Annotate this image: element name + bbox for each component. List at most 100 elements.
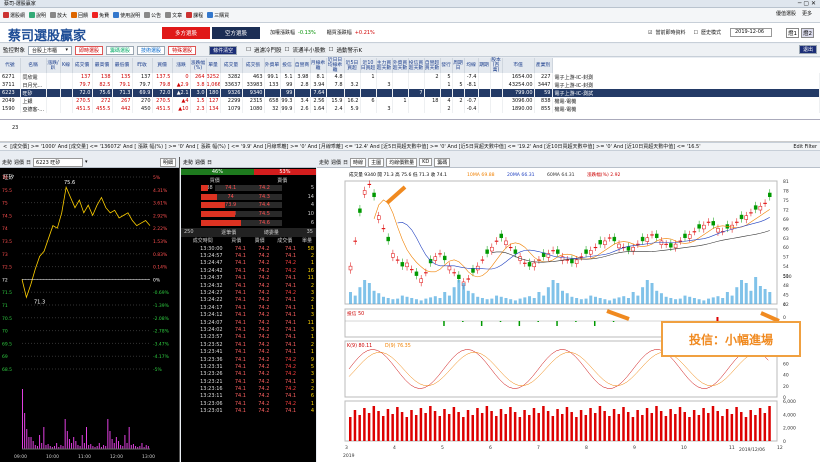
orderbook-row[interactable]: 337474.314 — [181, 193, 316, 202]
float-checkbox[interactable]: ☐ — [285, 47, 290, 53]
alert-checkbox[interactable]: ☐ — [329, 47, 334, 53]
tech-pick-button[interactable]: 技術選股 — [137, 45, 166, 55]
tick-row[interactable]: 13:24:57 74.1 74.2 74.1 2 — [181, 252, 316, 259]
grid-col-header[interactable]: 期期 — [478, 58, 491, 73]
exit-button[interactable]: 退出 — [798, 45, 817, 54]
tick-row[interactable]: 13:23:01 74.1 74.2 74.1 4 — [181, 408, 316, 415]
tick-row[interactable]: 13:23:31 74.1 74.2 74.2 5 — [181, 363, 316, 370]
grid-col-header[interactable]: 周期日 — [452, 58, 465, 73]
tick-row[interactable]: 13:23:26 74.1 74.2 74.2 3 — [181, 371, 316, 378]
tick-row[interactable]: 13:24:22 74.1 74.2 74.1 2 — [181, 297, 316, 304]
hist-checkbox[interactable]: ☐ — [694, 30, 698, 36]
dropdown-icon[interactable]: ▾ — [85, 159, 88, 165]
grid-col-header[interactable]: 均線 — [464, 58, 479, 73]
toolbar-item[interactable]: 課程 — [186, 12, 203, 19]
grid-col-header[interactable]: 昨收 — [132, 58, 153, 73]
grid-col-header[interactable]: 近5日買超 — [344, 58, 361, 73]
stock-selector[interactable]: 6223 旺矽 — [33, 157, 84, 167]
toolbar-item[interactable]: 三購買 — [207, 12, 229, 19]
kd-select[interactable]: KD — [419, 158, 433, 166]
grid-col-header[interactable]: 單量 — [206, 58, 221, 73]
tick-row[interactable]: 13:24:27 74.1 74.2 74.2 3 — [181, 289, 316, 296]
book-tab-trend[interactable]: 走勢 — [183, 159, 193, 166]
book-tab-daily[interactable]: 日 — [207, 159, 212, 166]
tick-row[interactable]: 13:23:36 74.1 74.2 74.2 9 — [181, 356, 316, 363]
kline-tab-trend[interactable]: 走勢 — [319, 159, 329, 166]
grid-col-header[interactable]: 成交量 — [220, 58, 243, 73]
grid-col-header[interactable]: 漲跌 — [172, 58, 191, 73]
realtime-pick-button[interactable]: 即時選股 — [75, 45, 104, 55]
tick-row[interactable]: 13:24:17 74.1 74.2 74.1 1 — [181, 304, 316, 311]
tick-row[interactable]: 13:24:12 74.1 74.2 74.1 3 — [181, 311, 316, 318]
orderbook-row[interactable]: 5873.874.510 — [181, 210, 316, 219]
toolbar-item[interactable]: 回饋 — [71, 12, 88, 19]
kline-tab-daily[interactable]: 日 — [343, 159, 348, 166]
grid-col-header[interactable]: 近10日買超 — [360, 58, 377, 73]
toolbar-item[interactable]: 使用說明 — [113, 12, 140, 19]
grid-col-header[interactable]: 漲跌幅(%) — [190, 58, 207, 73]
view1-button[interactable]: 燈1 — [786, 28, 799, 38]
period-select[interactable]: 時線 — [350, 157, 367, 167]
grid-col-header[interactable]: 最低價 — [112, 58, 133, 73]
table-row[interactable]: 6271 同欣電 137 138 135 137 137.5 0 264 3252 3282 463 9… — [0, 73, 820, 81]
grid-col-header[interactable]: 產業別 — [534, 58, 553, 73]
grid-col-header[interactable]: 市值 — [502, 58, 535, 73]
tick-row[interactable]: 13:24:02 74.1 74.2 74.1 3 — [181, 326, 316, 333]
tab-trend[interactable]: 走勢 — [2, 159, 12, 166]
grid-col-header[interactable]: 投信買超天數 — [408, 58, 425, 73]
grid-col-header[interactable]: K線 — [60, 58, 73, 73]
grid-col-header[interactable]: 最高價 — [92, 58, 113, 73]
grid-col-header[interactable]: 外資買超天數 — [392, 58, 409, 73]
toolbar-item[interactable]: 選股網 — [3, 12, 25, 19]
toolbar-item[interactable]: 說明 — [29, 12, 46, 19]
grid-col-header[interactable]: 近日日均線乖離 — [326, 58, 345, 73]
chip-pick-button[interactable]: 籌碼選股 — [106, 45, 135, 55]
toolbar-item[interactable]: 文章 — [165, 12, 182, 19]
tick-row[interactable]: 13:23:06 74.1 74.2 74.2 1 — [181, 400, 316, 407]
book-tab-weekly[interactable]: 週價 — [195, 159, 205, 166]
toolbar-item[interactable]: 放大 — [50, 12, 67, 19]
grid-col-header[interactable]: 自營超買天數 — [424, 58, 441, 73]
user-link[interactable]: 優值選股 — [776, 10, 796, 17]
grid-col-header[interactable]: 主力買超天數 — [376, 58, 393, 73]
indicator-select[interactable]: 均線價數量 — [386, 157, 418, 167]
toolbar-item[interactable]: 公告 — [144, 12, 161, 19]
orderbook-row[interactable]: 873.974.44 — [181, 201, 316, 210]
tab-daily[interactable]: 日 — [26, 159, 31, 166]
grid-col-header[interactable]: 買價 — [152, 58, 173, 73]
toolbar-item[interactable]: 免費 — [92, 12, 109, 19]
tick-row[interactable]: 13:24:32 74.1 74.2 74.1 2 — [181, 282, 316, 289]
tick-row[interactable]: 13:24:47 74.1 74.2 74.2 1 — [181, 260, 316, 267]
table-row[interactable]: 1590 亞德客-... 451.5 455.5 442 450 451.5 ▲10 2.3 13… — [0, 105, 820, 113]
grid-col-header[interactable]: 自營商 — [294, 58, 311, 73]
tick-row[interactable]: 13:23:52 74.1 74.2 74.1 2 — [181, 341, 316, 348]
grid-col-header[interactable]: 成交張 — [242, 58, 265, 73]
detail-button[interactable]: 明細 — [159, 157, 176, 167]
more-link[interactable]: 更多 — [802, 10, 812, 17]
tick-row[interactable]: 13:24:37 74.1 74.2 74.1 11 — [181, 275, 316, 282]
grid-col-header[interactable]: 漲跌/趴 — [46, 58, 61, 73]
auto-checkbox[interactable]: ☑ — [648, 30, 652, 36]
grid-col-header[interactable]: 發行 — [440, 58, 453, 73]
tick-row[interactable]: 13:24:07 74.1 74.2 74.1 11 — [181, 319, 316, 326]
tick-row[interactable]: 13:23:16 74.1 74.2 74.2 2 — [181, 385, 316, 392]
edit-filter-link[interactable]: Edit Filter — [793, 144, 817, 150]
tick-row[interactable]: 13:23:41 74.1 74.2 74.1 1 — [181, 348, 316, 355]
grid-col-header[interactable]: 股本(百萬) — [490, 58, 503, 73]
orderbook-row[interactable]: 38 74.1 74.2 5 — [181, 184, 316, 193]
tick-row[interactable]: 13:23:21 74.1 74.2 74.1 3 — [181, 378, 316, 385]
tab-short-pick[interactable]: 空方選股 — [212, 27, 260, 39]
view2-button[interactable]: 燈2 — [801, 28, 814, 38]
main-chart-select[interactable]: 主圖 — [368, 157, 385, 167]
market-select[interactable]: 台股上市櫃 ▾ — [28, 45, 73, 55]
grid-col-header[interactable]: 投信 — [280, 58, 295, 73]
chip-select[interactable]: 籌碼 — [434, 157, 451, 167]
date-picker[interactable]: 2019-12-06 — [730, 28, 772, 37]
tick-row[interactable]: 13:24:42 74.1 74.2 74.2 16 — [181, 267, 316, 274]
table-row[interactable]: 6223 旺矽 72.0 75.6 71.3 69.9 72.0 ▲2.1 3.0 180 9326… — [0, 89, 820, 97]
grid-col-header[interactable]: 月線乖離 — [310, 58, 327, 73]
table-row[interactable]: 2049 上銀 270.5 272 267 270 270.5 ▲4 1.5 127 2299 231… — [0, 97, 820, 105]
tick-list[interactable]: 成交時間 買價 賣價 成交價 單量 13:30:00 74.1 74.2 74.1 58 13:24… — [181, 237, 316, 415]
tick-row[interactable]: 13:23:57 74.1 74.2 74.1 1 — [181, 334, 316, 341]
tab-weekly[interactable]: 週價 — [14, 159, 24, 166]
